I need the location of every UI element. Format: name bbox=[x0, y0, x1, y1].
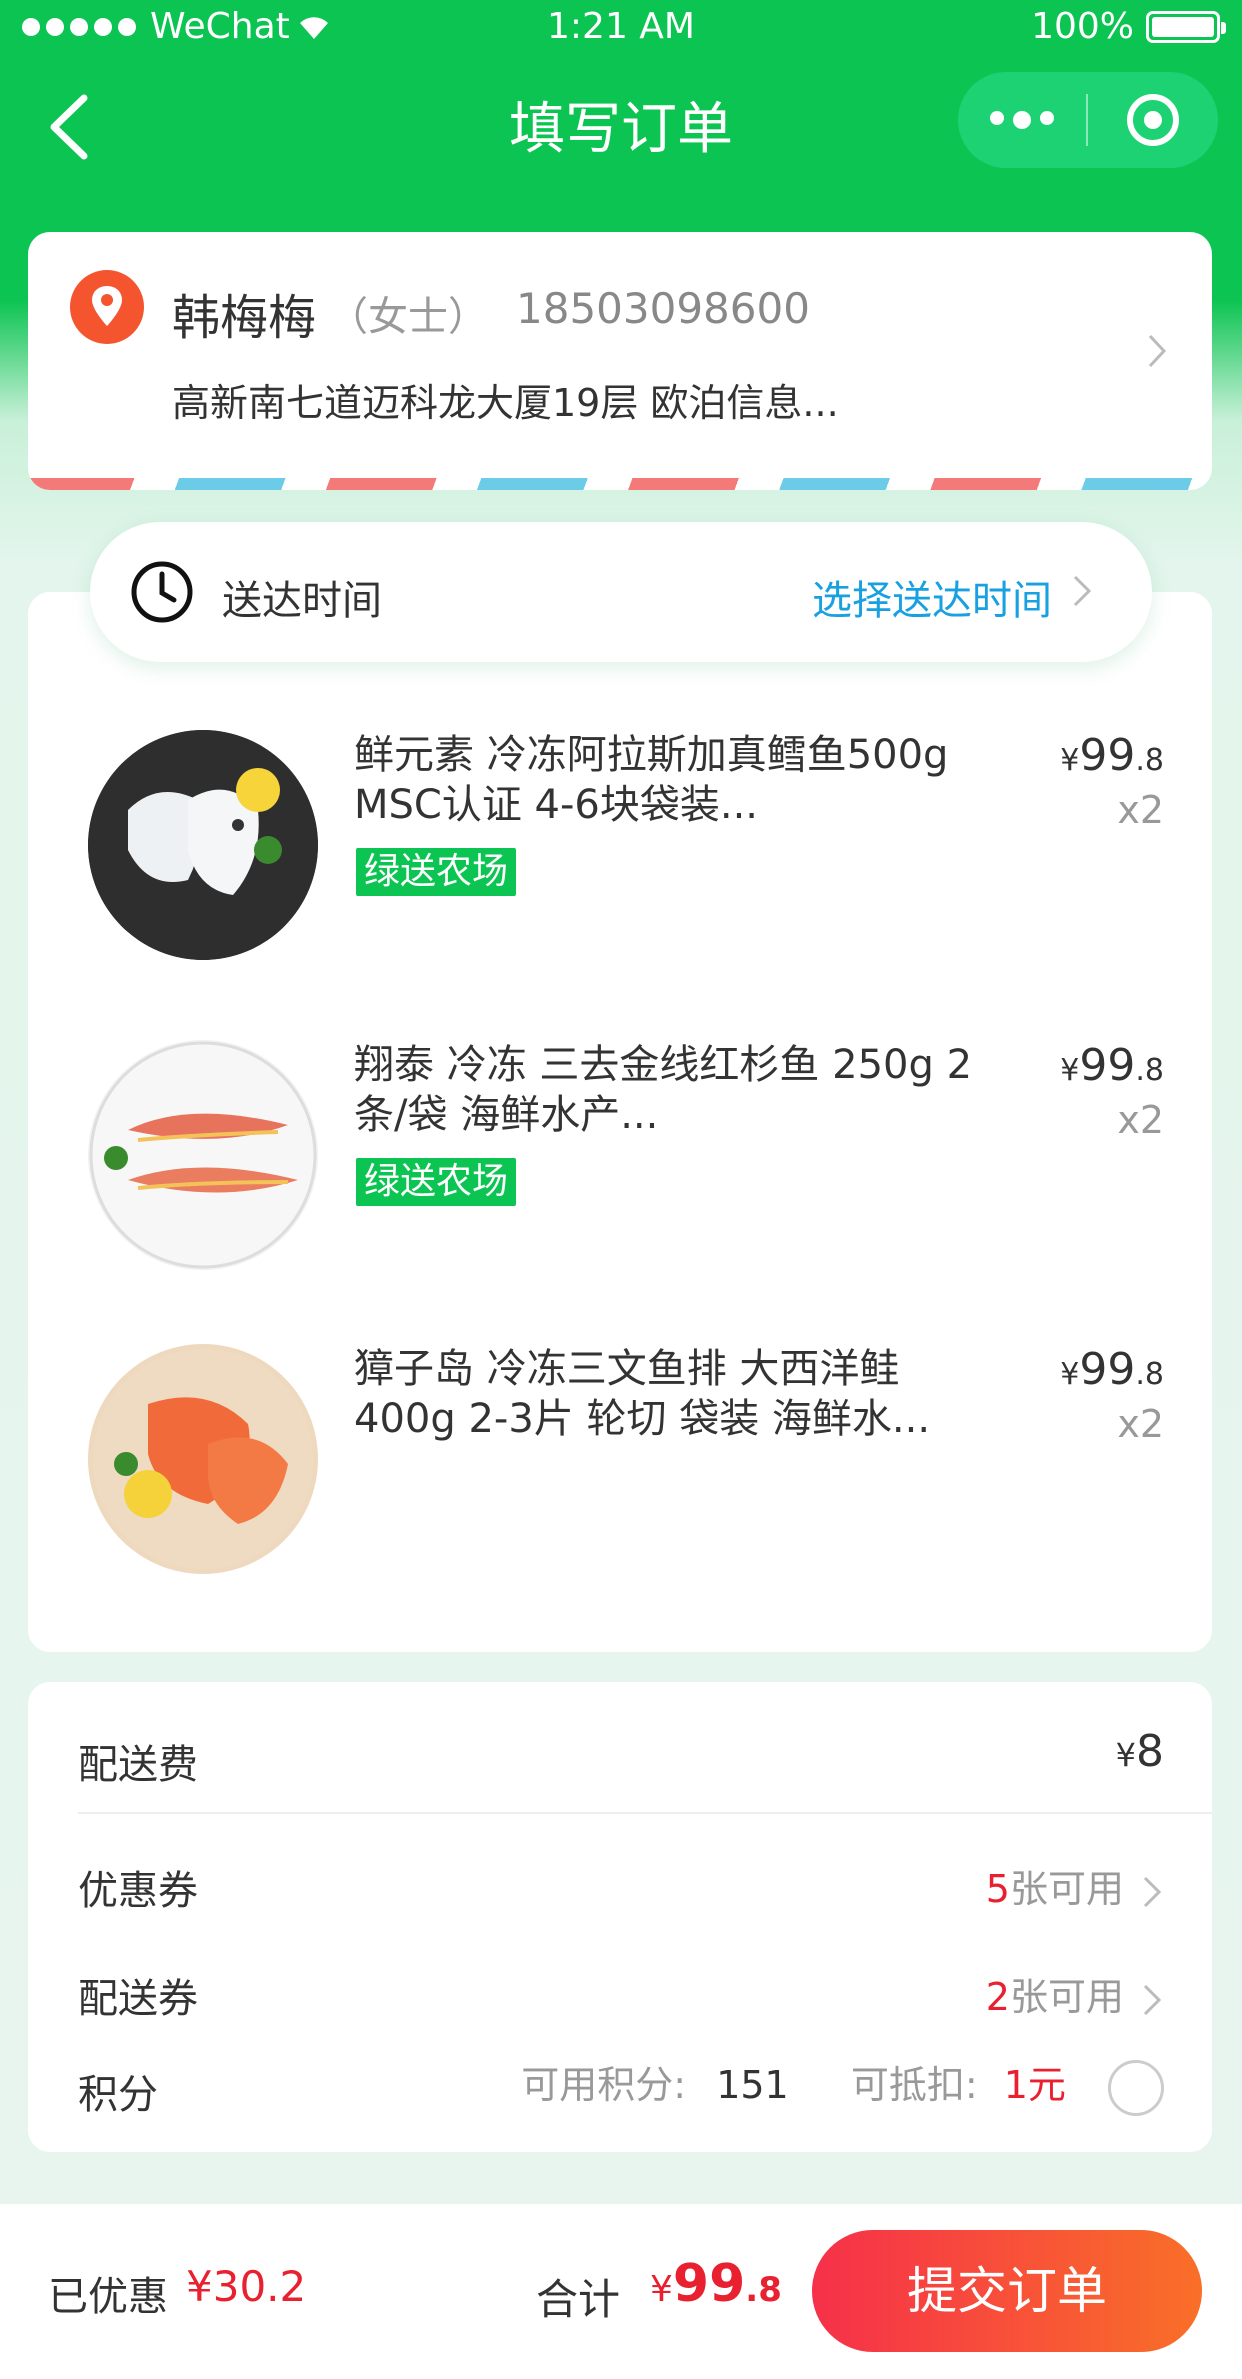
mini-program-capsule bbox=[958, 72, 1218, 168]
delivery-coupon-row[interactable]: 配送券 2张可用 bbox=[78, 1966, 1164, 2024]
product-price: ¥99.8 bbox=[1060, 730, 1164, 781]
recipient-phone: 18503098600 bbox=[516, 284, 810, 333]
delivery-coupon-availability: 2张可用 bbox=[986, 1966, 1164, 2021]
battery-icon bbox=[1146, 10, 1226, 43]
list-item[interactable]: 鲜元素 冷冻阿拉斯加真鳕鱼500g MSC认证 4-6块袋装... 绿送农场 ¥… bbox=[28, 730, 1212, 980]
points-label: 积分 bbox=[78, 2072, 158, 2118]
points-toggle-radio[interactable] bbox=[1108, 2059, 1164, 2116]
shipping-fee-row: 配送费 ¥8 bbox=[78, 1726, 1164, 1790]
farm-tag: 绿送农场 bbox=[356, 1158, 517, 1206]
product-price: ¥99.8 bbox=[1060, 1040, 1164, 1091]
product-image bbox=[88, 1040, 318, 1270]
chevron-right-icon bbox=[1143, 1876, 1162, 1907]
product-quantity: x2 bbox=[1117, 1402, 1164, 1446]
coupon-availability: 5张可用 bbox=[986, 1858, 1164, 1913]
points-row: 积分 可用积分: 151 可抵扣: 1元 bbox=[78, 2059, 1164, 2120]
product-quantity: x2 bbox=[1117, 1098, 1164, 1142]
select-delivery-time-link[interactable]: 选择送达时间 bbox=[812, 568, 1052, 626]
product-name: 獐子岛 冷冻三文鱼排 大西洋鲑 400g 2-3片 轮切 袋装 海鲜水... bbox=[354, 1346, 931, 1442]
discount-label: 已优惠 bbox=[48, 2274, 168, 2320]
submit-order-button[interactable]: 提交订单 bbox=[812, 2230, 1202, 2352]
farm-tag: 绿送农场 bbox=[356, 848, 517, 896]
location-pin-icon bbox=[70, 270, 144, 344]
chevron-right-icon bbox=[1073, 575, 1092, 607]
shipping-fee-value: ¥8 bbox=[1115, 1726, 1164, 1777]
list-item[interactable]: 翔泰 冷冻 三去金线红杉鱼 250g 2条/袋 海鲜水产... 绿送农场 ¥99… bbox=[28, 1040, 1212, 1290]
envelope-stripe bbox=[28, 478, 1212, 490]
shipping-fee-label: 配送费 bbox=[78, 1742, 198, 1788]
product-price: ¥99.8 bbox=[1060, 1344, 1164, 1395]
battery-percent: 100% bbox=[1031, 6, 1134, 47]
total-value: ¥99.8 bbox=[650, 2254, 782, 2314]
address-detail: 高新南七道迈科龙大厦19层 欧泊信息... bbox=[172, 381, 839, 425]
product-name: 翔泰 冷冻 三去金线红杉鱼 250g 2条/袋 海鲜水产... bbox=[354, 1042, 973, 1138]
fees-card: 配送费 ¥8 优惠券 5张可用 配送券 2张可用 积分 可用积分: 151 可抵… bbox=[28, 1682, 1212, 2152]
recipient-title: （女士） bbox=[328, 294, 488, 340]
product-quantity: x2 bbox=[1117, 788, 1164, 832]
discount-value: ¥30.2 bbox=[186, 2262, 307, 2311]
product-name: 鲜元素 冷冻阿拉斯加真鳕鱼500g MSC认证 4-6块袋装... bbox=[354, 732, 949, 828]
product-image bbox=[88, 730, 318, 960]
address-card[interactable]: 韩梅梅 （女士） 18503098600 高新南七道迈科龙大厦19层 欧泊信息.… bbox=[28, 232, 1212, 490]
coupon-label: 优惠券 bbox=[78, 1868, 198, 1914]
status-bar: WeChat 1:21 AM 100% bbox=[0, 0, 1242, 60]
chevron-right-icon bbox=[1143, 1984, 1162, 2015]
points-info: 可用积分: 151 可抵扣: 1元 bbox=[521, 2054, 1164, 2116]
more-options-button[interactable] bbox=[958, 111, 1086, 129]
list-item[interactable]: 獐子岛 冷冻三文鱼排 大西洋鲑 400g 2-3片 轮切 袋装 海鲜水... ¥… bbox=[28, 1344, 1212, 1594]
products-card: 鲜元素 冷冻阿拉斯加真鳕鱼500g MSC认证 4-6块袋装... 绿送农场 ¥… bbox=[28, 592, 1212, 1652]
total-label: 合计 bbox=[536, 2275, 621, 2324]
checkout-bar: 已优惠 ¥30.2 合计 ¥99.8 提交订单 bbox=[0, 2204, 1242, 2379]
target-icon bbox=[1127, 94, 1179, 146]
product-image bbox=[88, 1344, 318, 1574]
delivery-time-label: 送达时间 bbox=[222, 578, 382, 624]
coupon-row[interactable]: 优惠券 5张可用 bbox=[78, 1858, 1164, 1916]
delivery-time-selector[interactable]: 送达时间 选择送达时间 bbox=[90, 522, 1152, 662]
close-miniprogram-button[interactable] bbox=[1088, 92, 1218, 148]
chevron-right-icon bbox=[1148, 334, 1167, 368]
delivery-coupon-label: 配送券 bbox=[78, 1976, 198, 2022]
divider bbox=[78, 1812, 1212, 1814]
clock-icon bbox=[131, 561, 193, 623]
recipient-name: 韩梅梅 bbox=[172, 290, 317, 346]
